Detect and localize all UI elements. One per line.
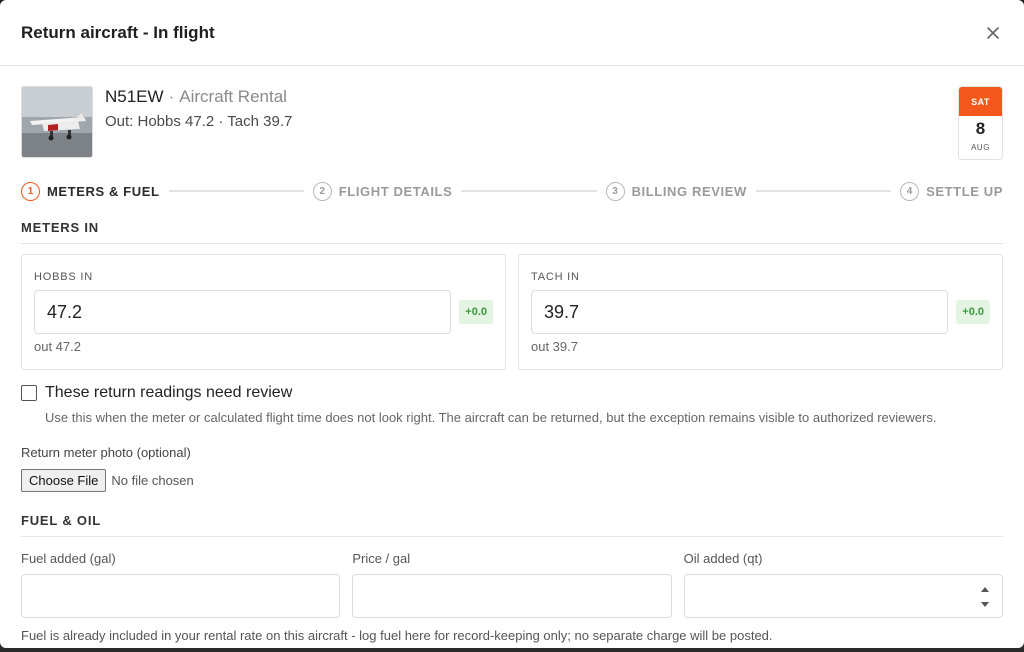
out-readings: Out: Hobbs 47.2 · Tach 39.7 [105, 113, 293, 130]
tach-out-value: out 39.7 [531, 339, 578, 354]
oil-added-input[interactable] [683, 574, 1003, 618]
meters-section-title: Meters In [21, 220, 1003, 244]
price-per-gal-label: Price / gal [352, 551, 411, 566]
tach-card: Tach In +0.0 out 39.7 [518, 254, 1003, 370]
step-billing-review[interactable]: 3 Billing Review [605, 181, 747, 201]
return-aircraft-modal: Return aircraft - In flight N51EW · Airc… [0, 0, 1024, 648]
aircraft-summary: N51EW · Aircraft Rental Out: Hobbs 47.2 … [21, 86, 1003, 160]
spin-up-icon[interactable] [980, 586, 990, 593]
step-number: 2 [312, 181, 332, 201]
review-help-text: Use this when the meter or calculated fl… [45, 410, 937, 425]
aircraft-info: N51EW · Aircraft Rental Out: Hobbs 47.2 … [105, 87, 958, 130]
date-weekday: SAT [959, 87, 1002, 116]
step-connector [461, 190, 597, 192]
step-number: 1 [21, 181, 40, 201]
step-connector [168, 190, 304, 192]
separator-dot: · [168, 87, 175, 106]
fuel-section-title: Fuel & Oil [21, 513, 1003, 537]
modal-header: Return aircraft - In flight [0, 0, 1024, 66]
meters-row: Hobbs In +0.0 out 47.2 Tach In +0.0 out … [21, 254, 1003, 370]
step-settle-up[interactable]: 4 Settle Up [900, 181, 1003, 201]
number-spinner[interactable] [980, 586, 990, 608]
step-number: 3 [605, 181, 625, 201]
photo-label: Return meter photo (optional) [21, 445, 191, 460]
oil-added-label: Oil added (qt) [683, 551, 763, 566]
hobbs-card: Hobbs In +0.0 out 47.2 [21, 254, 506, 370]
price-per-gal-input[interactable] [352, 574, 672, 618]
tach-delta-badge: +0.0 [956, 300, 990, 324]
hobbs-delta-badge: +0.0 [459, 300, 493, 324]
photo-file-picker: Choose File No file chosen [21, 469, 1003, 492]
step-label: Billing Review [631, 183, 747, 199]
hobbs-label: Hobbs In [34, 271, 93, 283]
modal-title: Return aircraft - In flight [21, 22, 215, 42]
review-section: These return readings need review Use th… [21, 384, 1003, 425]
tach-input[interactable] [531, 290, 949, 334]
step-connector [755, 190, 892, 192]
hobbs-out-value: out 47.2 [34, 339, 81, 354]
step-number: 4 [900, 181, 920, 201]
tach-label: Tach In [531, 271, 580, 283]
step-label: Settle Up [926, 183, 1003, 199]
choose-file-button[interactable]: Choose File [21, 469, 107, 492]
wizard-stepper: 1 Meters & Fuel 2 Flight Details 3 Billi… [21, 180, 1003, 202]
date-badge: SAT 8 AUG [958, 86, 1003, 160]
file-status: No file chosen [111, 473, 194, 488]
rental-type: Aircraft Rental [179, 87, 287, 106]
review-label[interactable]: These return readings need review [45, 384, 292, 402]
fuel-added-input[interactable] [21, 574, 341, 618]
hobbs-input[interactable] [34, 290, 452, 334]
review-checkbox[interactable] [21, 385, 37, 401]
aircraft-registration: N51EW [105, 87, 164, 106]
fuel-note: Fuel is already included in your rental … [21, 628, 773, 643]
close-icon [987, 26, 999, 39]
date-day: 8 [975, 119, 986, 138]
step-meters-fuel[interactable]: 1 Meters & Fuel [21, 181, 160, 201]
modal-body: N51EW · Aircraft Rental Out: Hobbs 47.2 … [0, 66, 1024, 643]
fuel-added-label: Fuel added (gal) [21, 551, 116, 566]
fuel-fields-row: Fuel added (gal) Price / gal Oil added (… [21, 551, 1003, 618]
spin-down-icon[interactable] [980, 601, 990, 608]
aircraft-photo [21, 86, 93, 158]
step-label: Meters & Fuel [47, 183, 160, 199]
date-month: AUG [971, 143, 990, 152]
close-button[interactable] [981, 21, 1005, 45]
step-flight-details[interactable]: 2 Flight Details [312, 181, 453, 201]
step-label: Flight Details [338, 183, 453, 199]
